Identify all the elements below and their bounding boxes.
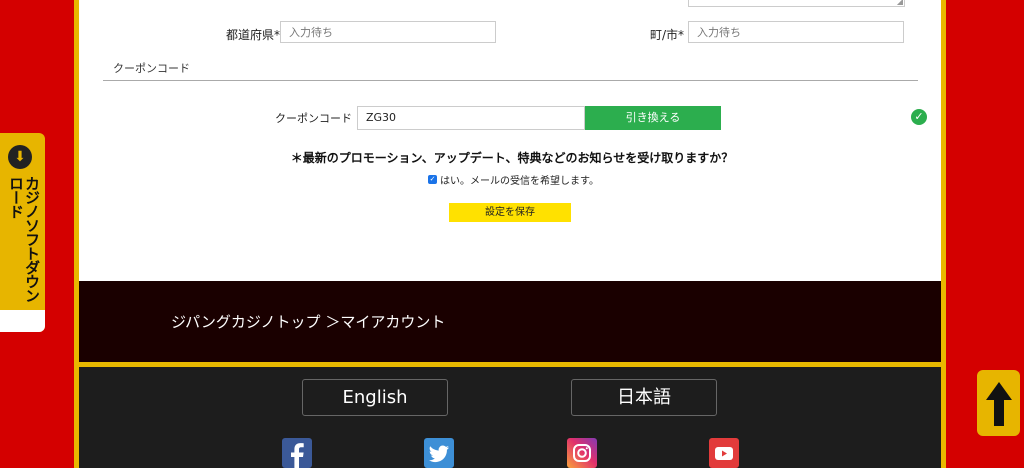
newsletter-question: ＊最新のプロモーション、アップデート、特典などのお知らせを受け取りますか？ [290,151,734,165]
language-japanese-button[interactable]: 日本語 [571,379,717,416]
download-tab-label[interactable]: カジノソフトダウンロード [4,176,41,306]
resize-handle-icon[interactable]: ◢ [897,0,903,6]
coupon-code-input[interactable]: ZG30 [357,106,585,130]
city-input[interactable]: 入力待ち [688,21,904,43]
youtube-icon[interactable] [709,438,739,468]
coupon-label: クーポンコード [275,112,352,125]
city-label: 町/市* [650,28,685,42]
optin-label: はい。メールの受信を希望します。 [440,176,599,187]
coupon-section-title: クーポンコード [113,62,190,75]
prefecture-label: 都道府県* [226,28,281,42]
arrow-up-icon[interactable] [986,382,1012,426]
twitter-icon[interactable] [424,438,454,468]
language-english-button[interactable]: English [302,379,448,416]
facebook-icon[interactable] [282,438,312,468]
breadcrumb[interactable]: ジパングカジノトップ ＞マイアカウント [171,311,445,332]
newsletter-optin[interactable]: ✓ はい。メールの受信を希望します。 [428,172,599,187]
download-tab-footer [0,310,45,332]
save-settings-button[interactable]: 設定を保存 [449,203,571,222]
footer [79,367,941,468]
redeem-button[interactable]: 引き換える [585,106,721,130]
prefecture-input[interactable]: 入力待ち [280,21,496,43]
check-circle-icon: ✓ [911,109,927,125]
address-textarea[interactable]: ◢ [688,0,905,7]
optin-checkbox[interactable]: ✓ [428,175,437,184]
instagram-icon[interactable] [567,438,597,468]
right-gold-border [941,0,946,468]
download-arrow-icon[interactable]: ⬇ [8,145,32,169]
section-divider [103,80,918,81]
